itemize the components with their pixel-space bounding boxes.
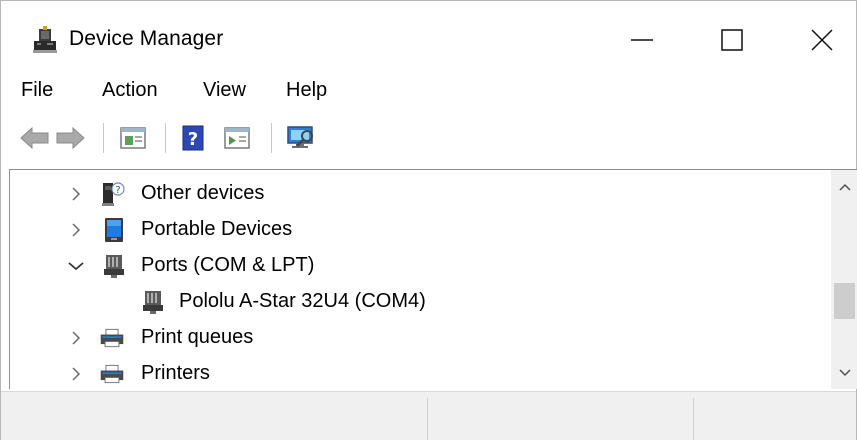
close-icon <box>811 29 833 51</box>
scan-hardware-icon <box>287 126 313 148</box>
forward-arrow-icon <box>56 127 85 149</box>
properties-icon <box>120 127 146 149</box>
collapse-chevron-icon[interactable] <box>66 256 86 276</box>
close-button[interactable] <box>777 1 857 79</box>
port-icon <box>143 291 163 314</box>
menu-help[interactable]: Help <box>286 79 327 102</box>
status-divider <box>427 398 428 440</box>
toolbar-separator <box>271 123 272 153</box>
update-driver-button[interactable] <box>221 121 253 155</box>
menu-view[interactable]: View <box>203 79 246 102</box>
forward-button[interactable] <box>53 121 87 155</box>
tree-item-print-queues[interactable]: Print queues <box>10 320 828 356</box>
menu-action[interactable]: Action <box>102 79 158 102</box>
device-manager-app-icon <box>33 26 57 53</box>
scroll-thumb[interactable] <box>834 283 855 319</box>
scroll-up-button[interactable] <box>831 170 857 204</box>
chevron-down-icon <box>838 369 851 377</box>
port-icon <box>104 255 124 278</box>
properties-button[interactable] <box>117 121 149 155</box>
help-icon: ? <box>182 125 204 151</box>
tree-item-label: Other devices <box>141 182 265 204</box>
device-tree[interactable]: ? Other devices Portable Devices Ports (… <box>9 169 857 389</box>
status-divider <box>693 398 694 440</box>
toolbar: ? <box>1 113 856 165</box>
tree-item-pololu-a-star[interactable]: Pololu A-Star 32U4 (COM4) <box>10 284 828 320</box>
tree-item-other-devices[interactable]: ? Other devices <box>10 176 828 212</box>
tree-item-label: Pololu A-Star 32U4 (COM4) <box>179 290 426 312</box>
svg-text:?: ? <box>115 185 120 196</box>
menu-bar: File Action View Help <box>1 73 856 109</box>
window-title: Device Manager <box>69 27 224 50</box>
toolbar-separator <box>165 123 166 153</box>
tree-item-portable-devices[interactable]: Portable Devices <box>10 212 828 248</box>
expand-chevron-icon[interactable] <box>66 364 86 384</box>
back-button[interactable] <box>19 121 51 155</box>
help-button[interactable]: ? <box>178 121 208 155</box>
title-bar[interactable]: Device Manager <box>1 1 856 79</box>
tree-item-label: Ports (COM & LPT) <box>141 254 315 276</box>
status-bar <box>1 391 856 440</box>
expand-chevron-icon[interactable] <box>66 220 86 240</box>
expand-chevron-icon[interactable] <box>66 184 86 204</box>
maximize-icon <box>721 29 743 51</box>
maximize-button[interactable] <box>687 1 777 79</box>
minimize-button[interactable] <box>597 1 687 79</box>
vertical-scrollbar[interactable] <box>831 170 857 389</box>
printer-icon <box>100 328 124 348</box>
printer-icon <box>100 364 124 384</box>
unknown-device-icon: ? <box>102 182 125 206</box>
chevron-up-icon <box>838 183 851 191</box>
tree-item-ports[interactable]: Ports (COM & LPT) <box>10 248 828 284</box>
device-manager-window: Device Manager File Action View Help ? ?… <box>0 0 857 440</box>
menu-file[interactable]: File <box>21 79 53 102</box>
scroll-down-button[interactable] <box>831 356 857 389</box>
back-arrow-icon <box>20 127 49 149</box>
scan-hardware-button[interactable] <box>283 121 319 155</box>
toolbar-separator <box>103 123 104 153</box>
tree-item-label: Print queues <box>141 326 254 348</box>
tree-item-label: Printers <box>141 362 210 384</box>
minimize-icon <box>631 39 653 41</box>
tree-item-label: Portable Devices <box>141 218 293 240</box>
update-driver-icon <box>224 127 250 149</box>
portable-device-icon <box>105 218 123 242</box>
svg-text:?: ? <box>188 129 198 150</box>
expand-chevron-icon[interactable] <box>66 328 86 348</box>
tree-item-printers[interactable]: Printers <box>10 356 828 389</box>
